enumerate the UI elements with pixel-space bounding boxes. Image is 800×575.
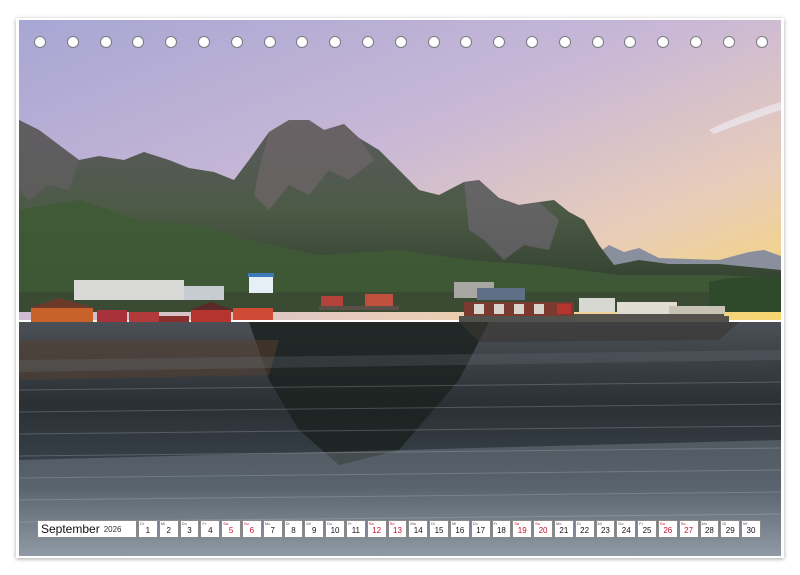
day-cell: Mi 9 <box>304 520 325 538</box>
day-number: 22 <box>580 526 590 535</box>
day-cell: Do 24 <box>616 520 637 538</box>
day-cell: Sa 19 <box>512 520 533 538</box>
day-cell: Di 8 <box>283 520 304 538</box>
day-cell: Di 22 <box>574 520 595 538</box>
binding-ring <box>427 36 440 48</box>
day-cell: Fr 11 <box>345 520 366 538</box>
day-number: 1 <box>145 526 151 535</box>
landscape-photo <box>19 20 781 556</box>
binding-ring <box>493 36 506 48</box>
day-cell: Mo 7 <box>262 520 283 538</box>
binding-ring <box>394 36 407 48</box>
day-number: 18 <box>496 526 506 535</box>
day-number: 10 <box>330 526 340 535</box>
day-number: 14 <box>413 526 423 535</box>
month-label: September 2026 <box>37 520 137 538</box>
binding-ring <box>329 36 342 48</box>
day-number: 19 <box>517 526 527 535</box>
binding-ring <box>460 36 473 48</box>
day-cell: Sa 12 <box>366 520 387 538</box>
binding-ring <box>198 36 210 48</box>
day-cell: Di 29 <box>720 520 741 538</box>
day-number: 7 <box>270 526 275 535</box>
binding-ring <box>624 36 637 48</box>
binding-ring <box>263 36 276 48</box>
binding-ring <box>657 36 670 48</box>
binding-ring <box>66 36 79 48</box>
day-number: 24 <box>621 526 631 535</box>
day-cell: Mi 2 <box>158 520 179 538</box>
day-number: 8 <box>291 526 296 535</box>
day-number: 2 <box>166 526 171 535</box>
month-name: September <box>41 522 100 536</box>
day-cell: Mo 28 <box>699 520 720 538</box>
binding-ring <box>558 36 571 48</box>
day-number: 9 <box>312 526 317 535</box>
binding-rings <box>0 31 800 53</box>
day-cells: Di 1 Mi 2 Do 3 Fr 4 Sa 5 So 6 Mo 7 Di 8 Mi 9 Do 10 Fr 11 Sa 12 S… <box>138 520 761 538</box>
day-cell: So 13 <box>387 520 408 538</box>
day-cell: So 27 <box>678 520 699 538</box>
day-number: 6 <box>249 526 255 535</box>
binding-ring <box>690 36 702 48</box>
day-number: 4 <box>208 526 213 535</box>
day-cell: Fr 25 <box>637 520 657 538</box>
day-number: 20 <box>538 526 548 535</box>
day-number: 23 <box>600 526 610 535</box>
day-number: 5 <box>228 526 234 535</box>
day-cell: Mi 30 <box>741 520 761 538</box>
day-number: 29 <box>725 526 735 535</box>
day-cell: Sa 26 <box>657 520 678 538</box>
day-cell: Fr 4 <box>200 520 221 538</box>
binding-ring <box>34 36 46 48</box>
day-cell: Mo 14 <box>408 520 429 538</box>
day-number: 30 <box>746 526 756 535</box>
day-cell: So 20 <box>533 520 553 538</box>
day-cell: Sa 5 <box>221 520 241 538</box>
binding-ring <box>722 36 735 48</box>
day-number: 28 <box>704 526 714 535</box>
binding-ring <box>591 36 604 48</box>
day-cell: Di 1 <box>138 520 158 538</box>
month-year: 2026 <box>103 524 122 534</box>
day-number: 21 <box>559 526 569 535</box>
day-number: 17 <box>476 526 486 535</box>
day-cell: Mi 16 <box>449 520 470 538</box>
binding-ring <box>132 36 145 48</box>
day-number: 25 <box>642 526 652 535</box>
day-number: 27 <box>684 526 694 535</box>
binding-ring <box>230 36 243 48</box>
day-cell: Do 3 <box>179 520 200 538</box>
day-number: 3 <box>187 526 192 535</box>
binding-ring <box>99 36 112 48</box>
calendar-strip: September 2026 Di 1 Mi 2 Do 3 Fr 4 Sa 5 So 6 Mo 7 Di 8 M… <box>37 520 763 538</box>
binding-ring <box>165 36 178 48</box>
day-cell: Fr 18 <box>491 520 512 538</box>
day-number: 16 <box>455 526 465 535</box>
day-number: 26 <box>663 526 673 535</box>
day-cell: Di 15 <box>429 520 449 538</box>
day-number: 13 <box>393 526 402 535</box>
day-cell: So 6 <box>241 520 262 538</box>
day-number: 15 <box>434 526 444 535</box>
day-cell: Mo 21 <box>553 520 574 538</box>
binding-ring <box>296 36 309 48</box>
day-cell: Do 10 <box>325 520 345 538</box>
day-cell: Mi 23 <box>595 520 616 538</box>
day-number: 12 <box>372 526 382 535</box>
binding-ring <box>526 36 538 48</box>
binding-ring <box>755 36 768 48</box>
day-number: 11 <box>351 526 361 535</box>
day-cell: Do 17 <box>470 520 491 538</box>
binding-ring <box>362 36 374 48</box>
